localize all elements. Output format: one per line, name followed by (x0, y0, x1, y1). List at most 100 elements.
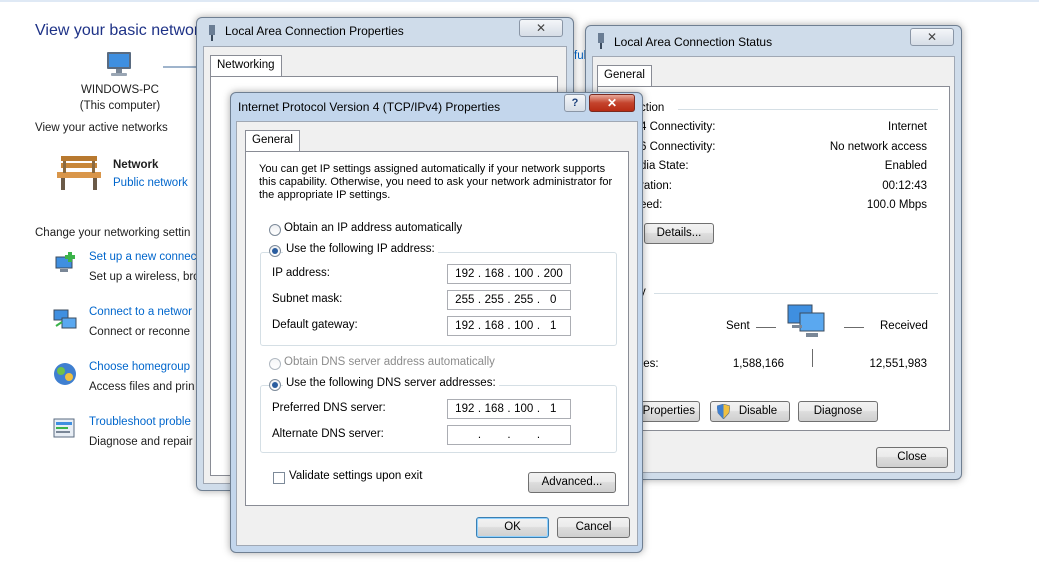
ipv4-properties-window: Internet Protocol Version 4 (TCP/IPv4) P… (230, 92, 643, 553)
status-panel: ction 4 Connectivity: Internet 6 Connect… (597, 86, 950, 431)
ipv4-close-button[interactable]: ✕ (589, 94, 635, 112)
mask-octet-2[interactable]: 255 (481, 294, 507, 306)
obtain-dns-auto-radio (269, 358, 281, 370)
new-connection-icon (55, 252, 75, 272)
ip-octet-1[interactable]: 192 (452, 268, 478, 280)
obtain-ip-auto-label[interactable]: Obtain an IP address automatically (284, 222, 462, 234)
sent-bytes-value: 1,588,166 (732, 358, 784, 370)
advanced-button[interactable]: Advanced... (528, 472, 616, 493)
network-map-line (163, 66, 199, 68)
mask-octet-3[interactable]: 255 (511, 294, 537, 306)
duration-label: ration: (640, 180, 672, 192)
uac-shield-icon (717, 404, 730, 419)
ipv4-client: General You can get IP settings assigned… (236, 121, 638, 546)
connection-group-line (678, 109, 938, 110)
mask-octet-1[interactable]: 255 (452, 294, 478, 306)
received-line (844, 327, 864, 328)
dns1-octet-4[interactable]: 1 (540, 403, 566, 415)
connection-group-heading: ction (640, 102, 665, 114)
network-type-link[interactable]: Public network (113, 177, 188, 189)
connect-network-link[interactable]: Connect to a networ (89, 306, 192, 318)
cancel-button[interactable]: Cancel (557, 517, 630, 538)
disable-button-label: Disable (738, 405, 778, 417)
network-name: Network (113, 159, 159, 171)
received-bytes-value: 12,551,983 (869, 358, 927, 370)
disable-button[interactable]: Disable (710, 401, 790, 422)
dns1-octet-2[interactable]: 168 (481, 403, 507, 415)
gateway-octet-2[interactable]: 168 (481, 320, 507, 332)
received-label: Received (880, 320, 928, 332)
tab-general-ipv4[interactable]: General (245, 130, 300, 152)
network-adapter-icon (598, 33, 604, 49)
troubleshoot-desc: Diagnose and repair (89, 436, 193, 448)
lac-status-close-x[interactable]: ✕ (910, 28, 954, 46)
details-button[interactable]: Details... (644, 223, 714, 244)
use-following-ip-label[interactable]: Use the following IP address: (283, 243, 438, 255)
lac-status-title: Local Area Connection Status (614, 35, 773, 49)
computer-icon (107, 52, 131, 76)
tab-networking[interactable]: Networking (210, 55, 282, 77)
alternate-dns-label: Alternate DNS server: (272, 428, 384, 440)
help-button[interactable]: ? (564, 94, 586, 112)
obtain-ip-auto-radio[interactable] (269, 224, 281, 236)
ipv6-connectivity-value: No network access (829, 141, 927, 153)
connect-network-icon (53, 309, 77, 329)
activity-group-line (654, 293, 938, 294)
setup-connection-link[interactable]: Set up a new connec (89, 251, 196, 263)
ipv4-intro-text: You can get IP settings assigned automat… (259, 163, 613, 201)
ipv6-connectivity-label: 6 Connectivity: (640, 141, 716, 153)
media-state-label: dia State: (640, 160, 689, 172)
page-title: View your basic network (35, 22, 208, 39)
computer-subtitle: (This computer) (79, 100, 161, 112)
subnet-mask-label: Subnet mask: (272, 293, 343, 305)
dns1-octet-3[interactable]: 100 (511, 403, 537, 415)
use-following-dns-label[interactable]: Use the following DNS server addresses: (283, 377, 499, 389)
validate-settings-label[interactable]: Validate settings upon exit (289, 470, 422, 482)
ip-octet-3[interactable]: 100 (511, 268, 537, 280)
use-following-dns-radio[interactable] (269, 379, 281, 391)
speed-label: eed: (640, 199, 663, 211)
setup-connection-desc: Set up a wireless, bro (89, 271, 200, 283)
default-gateway-field[interactable]: 192. 168. 100. 1 (447, 316, 571, 336)
gateway-octet-4[interactable]: 1 (540, 320, 566, 332)
use-following-ip-radio[interactable] (269, 245, 281, 257)
homegroup-icon (54, 363, 76, 385)
lac-status-client: General ction 4 Connectivity: Internet 6… (592, 56, 955, 473)
tab-general-status[interactable]: General (597, 65, 652, 87)
sent-line (756, 327, 776, 328)
computer-name: WINDOWS-PC (81, 84, 159, 96)
ok-button[interactable]: OK (476, 517, 549, 538)
validate-settings-checkbox[interactable] (273, 472, 285, 484)
lac-properties-title: Local Area Connection Properties (225, 24, 404, 38)
default-gateway-label: Default gateway: (272, 319, 358, 331)
lac-properties-close-button[interactable]: ✕ (519, 19, 563, 37)
ipv4-title: Internet Protocol Version 4 (TCP/IPv4) P… (238, 100, 501, 114)
ip-address-label: IP address: (272, 267, 330, 279)
ip-octet-2[interactable]: 168 (481, 268, 507, 280)
subnet-mask-field[interactable]: 255. 255. 255. 0 (447, 290, 571, 310)
mask-octet-4[interactable]: 0 (540, 294, 566, 306)
activity-vertical-line (812, 349, 813, 367)
preferred-dns-field[interactable]: 192. 168. 100. 1 (447, 399, 571, 419)
gateway-octet-1[interactable]: 192 (452, 320, 478, 332)
diagnose-button[interactable]: Diagnose (798, 401, 878, 422)
dns1-octet-1[interactable]: 192 (452, 403, 478, 415)
gateway-octet-3[interactable]: 100 (511, 320, 537, 332)
ip-address-field[interactable]: 192. 168. 100. 200 (447, 264, 571, 284)
troubleshoot-link[interactable]: Troubleshoot proble (89, 416, 191, 428)
alternate-dns-field[interactable]: . . . (447, 425, 571, 445)
public-network-bench-icon (57, 156, 101, 190)
ipv4-connectivity-label: 4 Connectivity: (640, 121, 716, 133)
connection-stats: 4 Connectivity: Internet 6 Connectivity:… (640, 121, 927, 217)
connect-network-desc: Connect or reconne (89, 326, 191, 338)
obtain-dns-auto-label: Obtain DNS server address automatically (284, 356, 495, 368)
troubleshoot-icon (53, 418, 75, 438)
media-state-value: Enabled (884, 160, 927, 172)
homegroup-desc: Access files and prin (89, 381, 195, 393)
ip-octet-4[interactable]: 200 (540, 268, 566, 280)
close-button[interactable]: Close (876, 447, 948, 468)
duration-value: 00:12:43 (882, 180, 927, 192)
homegroup-link[interactable]: Choose homegroup (89, 361, 190, 373)
ipv4-general-panel: You can get IP settings assigned automat… (245, 151, 629, 506)
active-networks-label: View your active networks (35, 122, 168, 134)
